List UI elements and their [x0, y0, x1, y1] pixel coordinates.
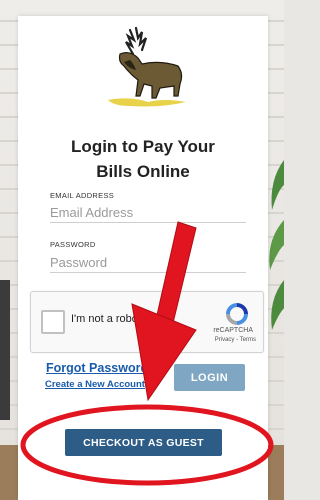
left-decoration [0, 280, 10, 420]
email-input[interactable] [50, 202, 246, 223]
recaptcha-logo-icon [226, 303, 248, 325]
password-input[interactable] [50, 252, 246, 273]
recaptcha-checkbox[interactable] [41, 310, 65, 334]
elk-logo-icon [108, 26, 186, 107]
email-label: EMAIL ADDRESS [50, 191, 115, 200]
recaptcha-links[interactable]: Privacy - Terms [215, 337, 256, 343]
password-label: PASSWORD [50, 240, 96, 249]
recaptcha-widget: I'm not a robot reCAPTCHA Privacy - Term… [30, 291, 264, 353]
recaptcha-text: I'm not a robot [71, 313, 141, 325]
login-button[interactable]: LOGIN [174, 364, 245, 391]
title-line-1: Login to Pay Your [71, 137, 215, 156]
checkout-as-guest-button[interactable]: CHECKOUT AS GUEST [65, 429, 222, 456]
create-account-link[interactable]: Create a New Account [45, 379, 145, 390]
title-line-2: Bills Online [96, 162, 190, 181]
recaptcha-brand: reCAPTCHA [213, 327, 253, 334]
login-card: Login to Pay Your Bills Online EMAIL ADD… [18, 16, 268, 500]
page-title: Login to Pay Your Bills Online [18, 134, 268, 184]
forgot-password-link[interactable]: Forgot Password [46, 361, 148, 375]
